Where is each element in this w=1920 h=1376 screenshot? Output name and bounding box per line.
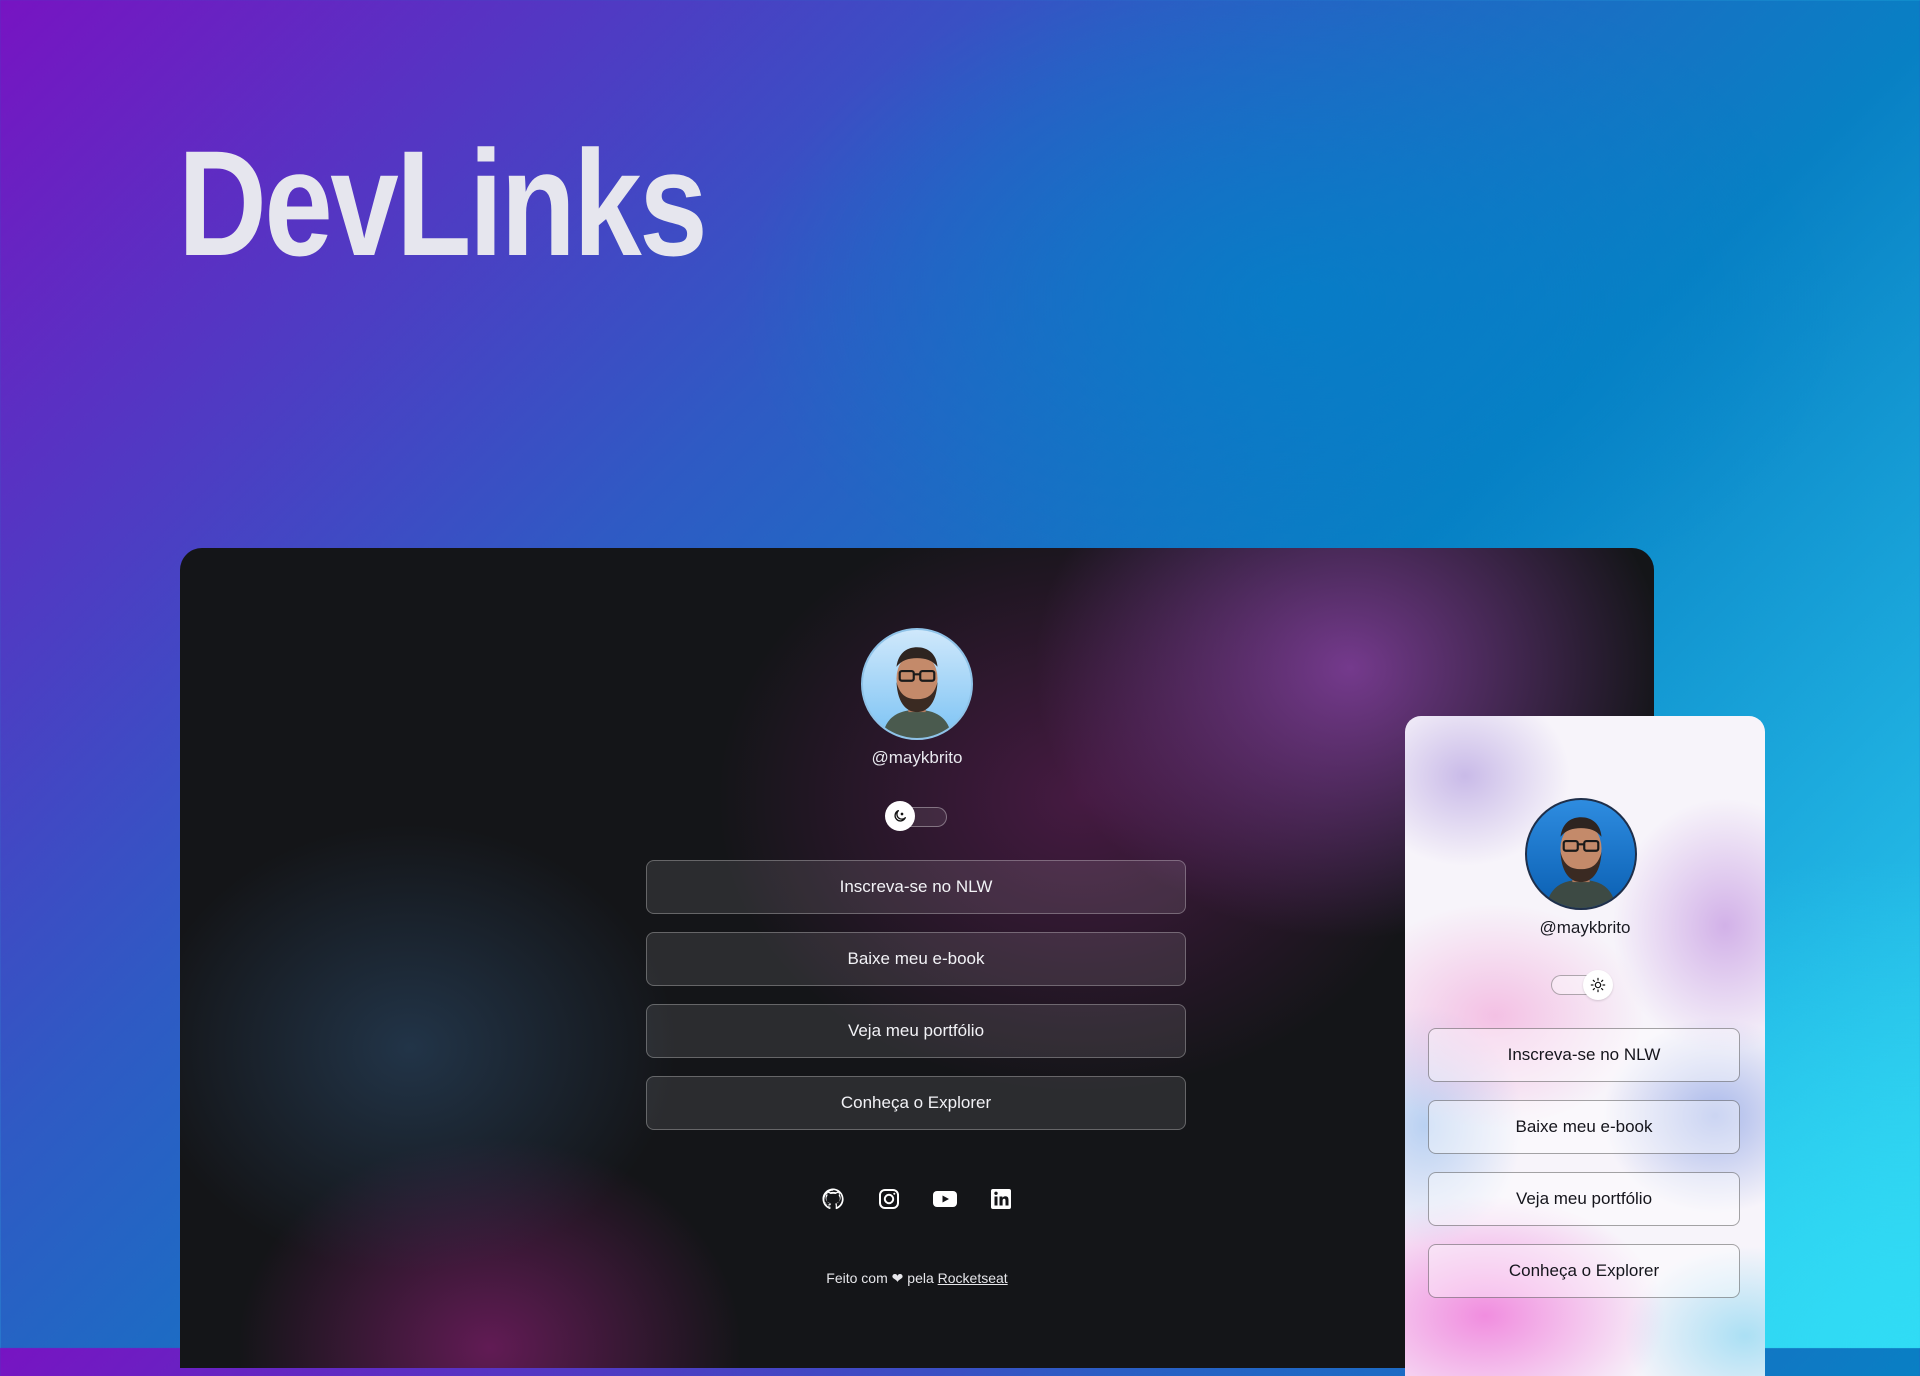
theme-toggle[interactable] <box>1551 970 1617 1000</box>
heart-icon: ❤ <box>891 1270 904 1286</box>
page-title: DevLinks <box>178 119 708 287</box>
portfolio-link-button[interactable]: Veja meu portfólio <box>646 1004 1186 1058</box>
link-list: Inscreva-se no NLW Baixe meu e-book Veja… <box>1428 1028 1740 1316</box>
explorer-link-button[interactable]: Conheça o Explorer <box>1428 1244 1740 1298</box>
profile-photo <box>1546 817 1616 908</box>
youtube-icon[interactable] <box>932 1186 958 1212</box>
footer-text-middle: pela <box>907 1270 934 1286</box>
nlw-link-button[interactable]: Inscreva-se no NLW <box>1428 1028 1740 1082</box>
ebook-link-button[interactable]: Baixe meu e-book <box>646 932 1186 986</box>
github-icon[interactable] <box>820 1186 846 1212</box>
instagram-icon[interactable] <box>876 1186 902 1212</box>
mobile-preview: @maykbrito Inscreva-se no NLW Baixe meu … <box>1405 716 1765 1376</box>
footer-text-prefix: Feito com <box>826 1270 888 1286</box>
rocketseat-link[interactable]: Rocketseat <box>938 1270 1008 1286</box>
theme-toggle[interactable] <box>885 801 947 831</box>
linkedin-icon[interactable] <box>988 1186 1014 1212</box>
link-list: Inscreva-se no NLW Baixe meu e-book Veja… <box>646 860 1186 1148</box>
explorer-link-button[interactable]: Conheça o Explorer <box>646 1076 1186 1130</box>
avatar <box>1525 798 1637 910</box>
profile-photo <box>882 647 952 738</box>
ebook-link-button[interactable]: Baixe meu e-book <box>1428 1100 1740 1154</box>
avatar <box>861 628 973 740</box>
moon-icon <box>885 801 915 831</box>
nlw-link-button[interactable]: Inscreva-se no NLW <box>646 860 1186 914</box>
sun-icon <box>1583 970 1613 1000</box>
username: @maykbrito <box>1539 918 1631 937</box>
portfolio-link-button[interactable]: Veja meu portfólio <box>1428 1172 1740 1226</box>
